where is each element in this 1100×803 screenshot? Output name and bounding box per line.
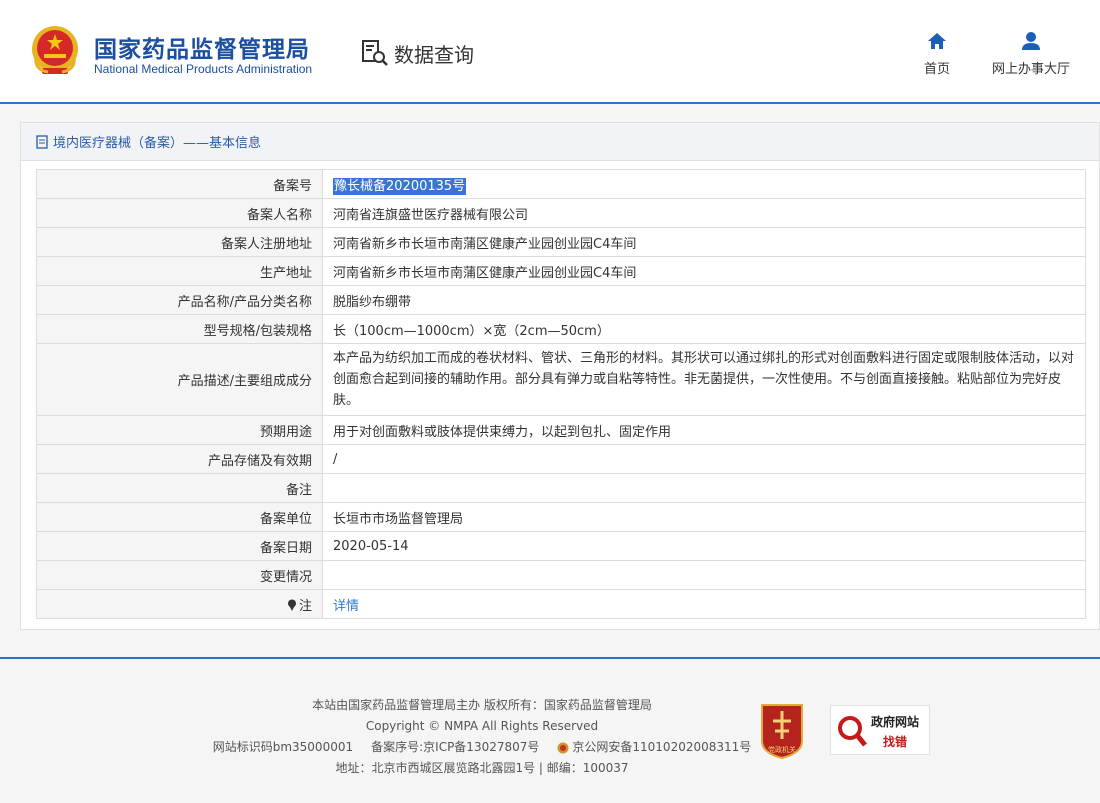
table-row: 产品名称/产品分类名称 脱脂纱布绷带 — [36, 285, 1086, 315]
table-row: 型号规格/包装规格 长（100cm—1000cm）×宽（2cm—50cm） — [36, 314, 1086, 344]
brand-title-cn: 国家药品监督管理局 — [94, 37, 310, 63]
content-area: 境内医疗器械（备案）——基本信息 备案号 豫长械备20200135号 备案人名称… — [0, 104, 1100, 657]
row-value: 详情 — [322, 589, 1086, 619]
nav-online-service-label: 网上办事大厅 — [991, 62, 1070, 77]
site-id: 网站标识码bm35000001 — [212, 740, 354, 754]
icp-link[interactable]: 备案序号:京ICP备13027807号 — [371, 737, 539, 758]
row-value: 河南省新乡市长垣市南蒲区健康产业园创业园C4车间 — [322, 256, 1086, 286]
row-label: 注 — [36, 589, 323, 619]
record-number-value[interactable]: 豫长械备20200135号 — [333, 177, 467, 195]
row-label: 备注 — [36, 473, 323, 503]
table-row: 备案号 豫长械备20200135号 — [36, 169, 1086, 199]
row-value: 豫长械备20200135号 — [322, 169, 1086, 199]
row-label: 产品名称/产品分类名称 — [36, 285, 323, 315]
row-value: 脱脂纱布绷带 — [322, 285, 1086, 315]
police-record-text: 京公网安备11010202008311号 — [572, 740, 752, 754]
row-label: 型号规格/包装规格 — [36, 314, 323, 344]
brand-title-en: National Medical Products Administration — [94, 62, 313, 76]
gov-site-error-report-badge[interactable]: 政府网站 找错 — [830, 705, 930, 755]
table-row: 备案人名称 河南省连旗盛世医疗器械有限公司 — [36, 198, 1086, 228]
row-value — [322, 560, 1086, 590]
footer-text: 本站由国家药品监督管理局主办 版权所有：国家药品监督管理局 Copyright … — [0, 695, 964, 779]
document-search-icon — [362, 40, 388, 66]
table-row: 备案单位 长垣市市场监督管理局 — [36, 502, 1086, 532]
table-row: 产品存储及有效期 / — [36, 444, 1086, 474]
row-label: 备案人注册地址 — [36, 227, 323, 257]
table-row: 备案人注册地址 河南省新乡市长垣市南蒲区健康产业园创业园C4车间 — [36, 227, 1086, 257]
footer-sponsor: 本站由国家药品监督管理局主办 版权所有：国家药品监督管理局 — [312, 698, 652, 712]
nav-home[interactable]: 首页 — [924, 30, 950, 77]
basic-info-table: 备案号 豫长械备20200135号 备案人名称 河南省连旗盛世医疗器械有限公司 … — [36, 169, 1086, 619]
user-icon — [1021, 32, 1040, 50]
table-row: 备案日期 2020-05-14 — [36, 531, 1086, 561]
row-value: 2020-05-14 — [322, 531, 1086, 561]
police-badge-icon — [557, 742, 569, 753]
row-label: 备案日期 — [36, 531, 323, 561]
row-value: 长垣市市场监督管理局 — [322, 502, 1086, 532]
table-row: 变更情况 — [36, 560, 1086, 590]
footer-copyright: Copyright © NMPA All Rights Reserved — [365, 719, 599, 733]
info-panel: 境内医疗器械（备案）——基本信息 备案号 豫长械备20200135号 备案人名称… — [20, 122, 1100, 630]
party-government-badge[interactable]: 党政机关 — [758, 701, 806, 759]
panel-header: 境内医疗器械（备案）——基本信息 — [21, 123, 1099, 161]
data-query-label: 数据查询 — [394, 42, 474, 67]
party-badge-text: 党政机关 — [768, 745, 796, 754]
document-icon — [36, 134, 48, 149]
row-value: 河南省连旗盛世医疗器械有限公司 — [322, 198, 1086, 228]
row-value: / — [322, 444, 1086, 474]
note-label: 注 — [298, 598, 312, 614]
panel-title: 境内医疗器械（备案）——基本信息 — [53, 136, 262, 151]
footer-address: 地址：北京市西城区展览路北露园1号 | 邮编：100037 — [335, 761, 629, 775]
table-row: 生产地址 河南省新乡市长垣市南蒲区健康产业园创业园C4车间 — [36, 256, 1086, 286]
table-row: 预期用途 用于对创面敷料或肢体提供束缚力，以起到包扎、固定作用 — [36, 415, 1086, 445]
nav-home-label: 首页 — [923, 62, 950, 77]
table-row: 产品描述/主要组成成分 本产品为纺织加工而成的卷状材料、管状、三角形的材料。其形… — [36, 343, 1086, 416]
pin-icon — [287, 599, 296, 611]
national-emblem-icon — [32, 26, 78, 74]
gov-badge-subtitle: 找错 — [883, 735, 908, 749]
top-nav: 首页 网上办事大厅 — [924, 30, 1070, 77]
row-value: 本产品为纺织加工而成的卷状材料、管状、三角形的材料。其形状可以通过绑扎的形式对创… — [322, 343, 1086, 416]
row-label: 生产地址 — [36, 256, 323, 286]
details-link[interactable]: 详情 — [333, 599, 359, 614]
data-query-title: 数据查询 — [360, 38, 474, 68]
home-icon — [927, 33, 946, 49]
row-value — [322, 473, 1086, 503]
footer-registration: 网站标识码bm35000001 备案序号:京ICP备13027807号 京公网安… — [0, 737, 964, 758]
table-row: 注 详情 — [36, 589, 1086, 619]
row-label: 变更情况 — [36, 560, 323, 590]
row-value: 用于对创面敷料或肢体提供束缚力，以起到包扎、固定作用 — [322, 415, 1086, 445]
site-footer: 本站由国家药品监督管理局主办 版权所有：国家药品监督管理局 Copyright … — [0, 657, 1100, 803]
row-label: 产品存储及有效期 — [36, 444, 323, 474]
nav-online-service-hall[interactable]: 网上办事大厅 — [992, 30, 1070, 77]
table-row: 备注 — [36, 473, 1086, 503]
row-value: 长（100cm—1000cm）×宽（2cm—50cm） — [322, 314, 1086, 344]
row-label: 预期用途 — [36, 415, 323, 445]
site-header: 国家药品监督管理局 National Medical Products Admi… — [0, 0, 1100, 104]
row-label: 备案单位 — [36, 502, 323, 532]
gov-badge-title: 政府网站 — [871, 715, 920, 729]
row-value: 河南省新乡市长垣市南蒲区健康产业园创业园C4车间 — [322, 227, 1086, 257]
magnifier-icon — [838, 716, 867, 747]
row-label: 备案人名称 — [36, 198, 323, 228]
police-record-link[interactable]: 京公网安备11010202008311号 — [557, 737, 751, 758]
row-label: 备案号 — [36, 169, 323, 199]
row-label: 产品描述/主要组成成分 — [36, 343, 323, 416]
